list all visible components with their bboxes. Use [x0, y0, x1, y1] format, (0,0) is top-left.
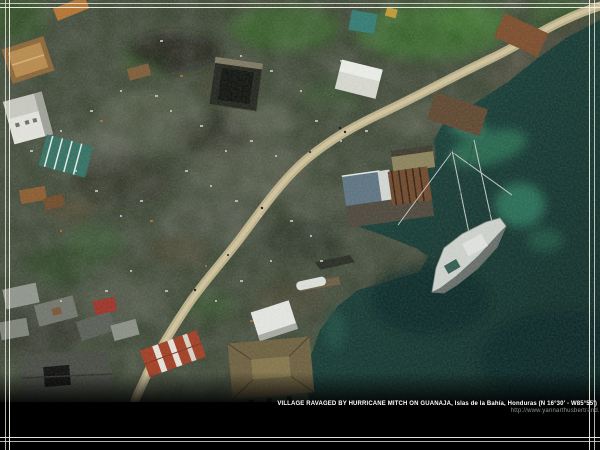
texture-fine: [0, 0, 600, 404]
caption-band: [0, 402, 600, 450]
postcard-image: VILLAGE RAVAGED BY HURRICANE MITCH ON GU…: [0, 0, 600, 450]
bottom-fade: [0, 372, 600, 404]
photo-scene: [0, 0, 600, 410]
aerial-photo: [0, 0, 600, 450]
